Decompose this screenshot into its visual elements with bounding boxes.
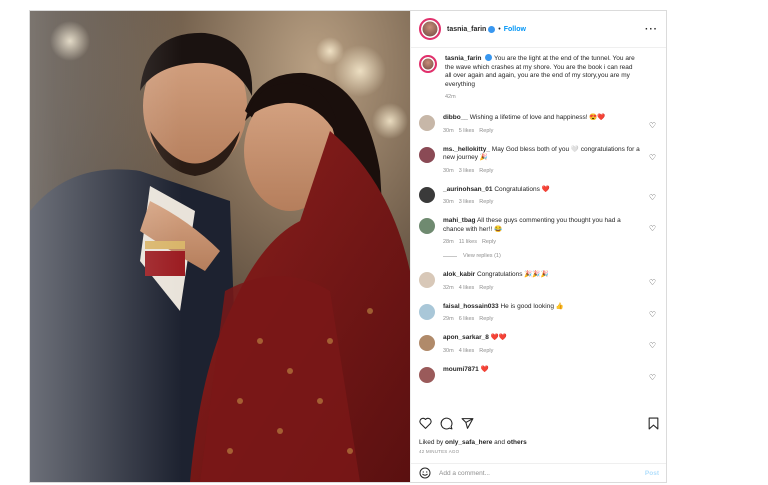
liked-by: Liked by only_safa_here and others xyxy=(419,439,659,446)
commenter-avatar[interactable] xyxy=(419,366,435,383)
comment-item: moumi7871 ❤️ ♡ xyxy=(419,366,658,383)
reply-link[interactable]: Reply xyxy=(479,316,493,322)
commenter-avatar[interactable] xyxy=(419,272,435,288)
post-modal: tasnia_farin • Follow ··· tasnia_farin Y… xyxy=(29,10,667,483)
comment-likes[interactable]: 3 likes xyxy=(459,168,475,174)
comment-item: mahi_tbag All these guys commenting you … xyxy=(419,217,658,245)
commenter-avatar[interactable] xyxy=(419,115,435,131)
comment-like-heart-icon[interactable]: ♡ xyxy=(649,341,656,350)
comment-text: ❤️❤️ xyxy=(490,334,507,341)
comment-text: Congratulations 🎉🎉🎉 xyxy=(476,271,549,278)
comment-username[interactable]: _aurinohsan_01 xyxy=(443,186,493,193)
comment-like-heart-icon[interactable]: ♡ xyxy=(649,121,656,130)
comment-time: 28m xyxy=(443,239,454,245)
comment-like-heart-icon[interactable]: ♡ xyxy=(649,193,656,202)
more-options-icon[interactable]: ··· xyxy=(645,24,658,35)
caption-author-avatar[interactable] xyxy=(419,55,437,73)
reply-link[interactable]: Reply xyxy=(479,128,493,134)
comment-like-heart-icon[interactable]: ♡ xyxy=(649,373,656,382)
comment-like-heart-icon[interactable]: ♡ xyxy=(649,224,656,233)
comment-like-heart-icon[interactable]: ♡ xyxy=(649,310,656,319)
comment-text: ❤️ xyxy=(480,365,489,373)
comment-username[interactable]: alok_kabir xyxy=(443,271,475,278)
caption: tasnia_farin You are the light at the en… xyxy=(419,54,658,100)
author-username[interactable]: tasnia_farin xyxy=(447,26,486,33)
reply-link[interactable]: Reply xyxy=(479,199,493,205)
commenter-avatar[interactable] xyxy=(419,146,435,163)
comment-time: 29m xyxy=(443,316,454,322)
reply-link[interactable]: Reply xyxy=(479,285,493,291)
comment-username[interactable]: faisal_hossain033 xyxy=(443,303,499,310)
replies-line xyxy=(443,255,457,257)
comments-list[interactable]: tasnia_farin You are the light at the en… xyxy=(411,48,666,415)
caption-time: 42m xyxy=(445,94,456,100)
liked-prefix: Liked by xyxy=(419,439,446,446)
post-sidebar: tasnia_farin • Follow ··· tasnia_farin Y… xyxy=(410,11,666,482)
comment-time: 32m xyxy=(443,284,454,291)
comment-time: 30m xyxy=(443,347,454,354)
comment-text: Congratulations ❤️ xyxy=(494,185,550,193)
smiley-icon[interactable] xyxy=(419,467,431,479)
comment-time: 30m xyxy=(443,127,454,134)
comment-item: ms._hellokitty_ May God bless both of yo… xyxy=(419,146,658,174)
bookmark-icon[interactable] xyxy=(648,417,659,430)
post-header: tasnia_farin • Follow ··· xyxy=(411,11,666,48)
reply-link[interactable]: Reply xyxy=(482,239,496,245)
comment-username[interactable]: ms._hellokitty_ xyxy=(443,146,490,153)
comment-text: He is good looking 👍 xyxy=(500,302,564,310)
caption-username[interactable]: tasnia_farin xyxy=(445,55,482,62)
action-bar: Liked by only_safa_here and others 42 MI… xyxy=(411,415,666,454)
add-comment-bar: Post xyxy=(411,463,666,482)
comment-item: apon_sarkar_8 ❤️❤️ 30m 4 likes Reply ♡ xyxy=(419,334,658,354)
add-comment-input[interactable] xyxy=(439,469,619,477)
comment-likes[interactable]: 11 likes xyxy=(459,239,477,245)
comment-icon[interactable] xyxy=(440,417,453,430)
post-comment-button[interactable]: Post xyxy=(645,470,659,477)
verified-badge-icon xyxy=(485,54,493,61)
comment-likes[interactable]: 5 likes xyxy=(459,128,475,134)
liked-mid: and xyxy=(492,439,507,446)
heart-icon[interactable] xyxy=(419,417,432,429)
comment-like-heart-icon[interactable]: ♡ xyxy=(649,153,656,162)
commenter-avatar[interactable] xyxy=(419,335,435,351)
commenter-avatar[interactable] xyxy=(419,303,435,320)
comment-item: alok_kabir Congratulations 🎉🎉🎉 32m 4 like… xyxy=(419,271,658,291)
comment-username[interactable]: apon_sarkar_8 xyxy=(443,334,489,341)
liked-by-others[interactable]: others xyxy=(507,439,527,446)
comment-time: 30m xyxy=(443,167,454,174)
reply-link[interactable]: Reply xyxy=(479,348,493,354)
post-photo[interactable] xyxy=(30,11,410,482)
comment-username[interactable]: moumi7871 xyxy=(443,366,479,373)
comment-item: dibbo__ Wishing a lifetime of love and h… xyxy=(419,114,658,134)
comment-username[interactable]: dibbo__ xyxy=(443,114,468,121)
comment-item: _aurinohsan_01 Congratulations ❤️ 30m 3 l… xyxy=(419,185,658,205)
commenter-avatar[interactable] xyxy=(419,218,435,234)
reply-link[interactable]: Reply xyxy=(479,168,493,174)
comment-text: Wishing a lifetime of love and happiness… xyxy=(469,114,606,121)
comment-likes[interactable]: 4 likes xyxy=(459,285,475,291)
paper-plane-icon[interactable] xyxy=(461,417,474,430)
comment-likes[interactable]: 6 likes xyxy=(459,316,475,322)
comment-username[interactable]: mahi_tbag xyxy=(443,217,476,224)
follow-button[interactable]: Follow xyxy=(504,26,526,33)
separator-dot: • xyxy=(498,25,501,33)
view-replies-label[interactable]: View replies (1) xyxy=(463,253,501,259)
comment-like-heart-icon[interactable]: ♡ xyxy=(649,278,656,287)
couple-photo-illustration xyxy=(30,11,410,482)
comment-likes[interactable]: 4 likes xyxy=(459,348,475,354)
author-avatar[interactable] xyxy=(419,18,441,40)
comment-time: 30m xyxy=(443,199,454,205)
post-timestamp[interactable]: 42 MINUTES AGO xyxy=(419,449,659,454)
commenter-avatar[interactable] xyxy=(419,186,435,203)
liked-by-user[interactable]: only_safa_here xyxy=(445,439,492,446)
verified-badge-icon xyxy=(488,25,496,33)
view-replies-link[interactable]: View replies (1) xyxy=(443,253,658,259)
comment-item: faisal_hossain033 He is good looking 👍 2… xyxy=(419,302,658,322)
comment-likes[interactable]: 3 likes xyxy=(459,199,475,205)
